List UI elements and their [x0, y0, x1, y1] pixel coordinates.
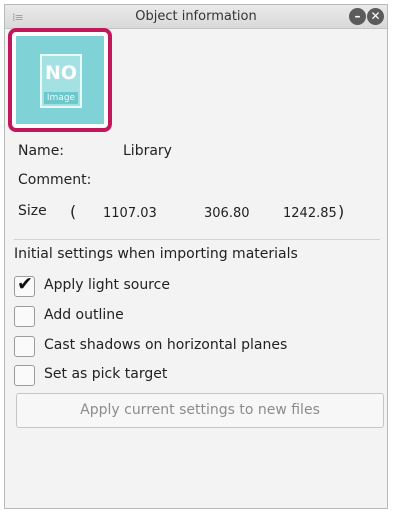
set-pick-target-checkbox[interactable] [14, 365, 35, 386]
cast-shadows-checkbox[interactable] [14, 336, 35, 357]
size-label: Size [18, 203, 47, 219]
set-pick-target-label[interactable]: Set as pick target [44, 366, 167, 382]
size-close-paren: ) [338, 202, 345, 221]
checkmark-icon: ✔ [17, 273, 33, 295]
thumbnail[interactable]: NO Image [16, 36, 104, 124]
minimize-icon[interactable]: – [349, 8, 366, 25]
close-icon[interactable]: ✕ [367, 8, 384, 25]
import-settings-heading: Initial settings when importing material… [14, 246, 298, 262]
apply-settings-button[interactable]: Apply current settings to new files [16, 393, 384, 428]
size-y-value: 306.80 [204, 206, 250, 221]
no-image-no-text: NO [44, 62, 78, 84]
add-outline-label[interactable]: Add outline [44, 307, 124, 323]
size-x-value: 1107.03 [103, 206, 157, 221]
size-z-value: 1242.85 [283, 206, 337, 221]
no-image-image-text: Image [44, 92, 78, 104]
thumbnail-selection-frame[interactable]: NO Image [8, 28, 112, 132]
apply-light-source-checkbox[interactable]: ✔ [14, 273, 35, 297]
name-label: Name: [18, 143, 65, 159]
size-open-paren: ( [70, 202, 77, 221]
cast-shadows-label[interactable]: Cast shadows on horizontal planes [44, 337, 287, 353]
panel-title: Object information [135, 9, 257, 24]
apply-light-source-label[interactable]: Apply light source [44, 277, 170, 293]
panel-titlebar: ⁞≡ Object information – ✕ [5, 5, 387, 29]
no-image-icon: NO Image [40, 54, 82, 108]
comment-label: Comment: [18, 172, 92, 188]
section-divider [14, 239, 380, 240]
name-value: Library [123, 143, 172, 159]
add-outline-checkbox[interactable] [14, 306, 35, 327]
